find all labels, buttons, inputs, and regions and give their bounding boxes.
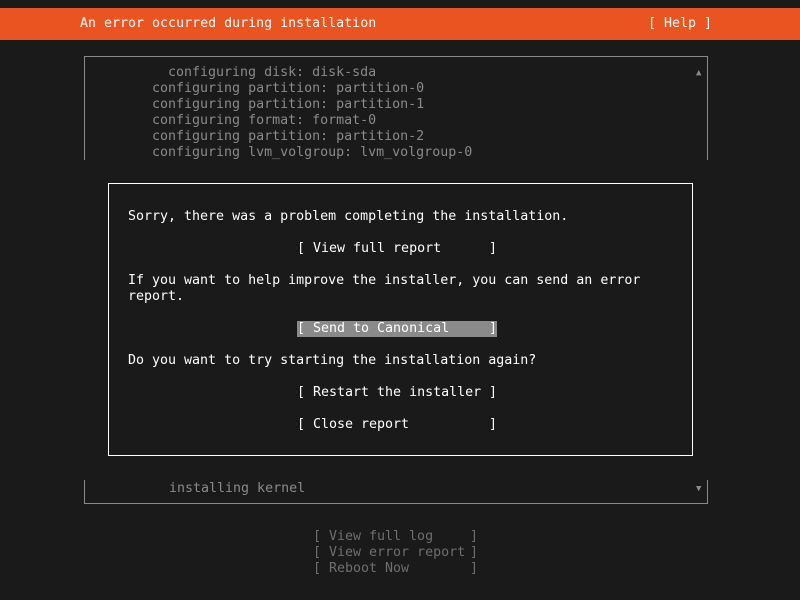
log-line: configuring format: format-0 bbox=[152, 113, 377, 128]
button-bracket-right: ] bbox=[470, 529, 479, 544]
reboot-now-button[interactable]: [ Reboot Now ] bbox=[313, 561, 481, 577]
button-label: Close report bbox=[313, 417, 410, 432]
page-title: An error occurred during installation bbox=[80, 16, 377, 31]
button-bracket-left: [ bbox=[313, 529, 322, 544]
log-line: configuring partition: partition-0 bbox=[152, 81, 425, 96]
close-report-button[interactable]: [ Close report ] bbox=[297, 417, 497, 433]
status-text: installing kernel bbox=[169, 481, 306, 496]
button-bracket-right: ] bbox=[489, 417, 498, 432]
button-bracket-right: ] bbox=[489, 321, 498, 336]
view-full-report-button[interactable]: [ View full report ] bbox=[297, 241, 497, 257]
button-bracket-left: [ bbox=[313, 561, 322, 576]
button-bracket-left: [ bbox=[297, 417, 306, 432]
button-bracket-left: [ bbox=[297, 321, 306, 336]
header-bar: An error occurred during installation [ … bbox=[0, 8, 800, 40]
button-bracket-left: [ bbox=[297, 241, 306, 256]
view-error-report-button[interactable]: [ View error report ] bbox=[313, 545, 481, 561]
scroll-down-icon[interactable]: ▼ bbox=[696, 484, 701, 494]
button-label: Send to Canonical bbox=[313, 321, 450, 336]
button-label: Restart the installer bbox=[313, 385, 482, 400]
button-bracket-right: ] bbox=[470, 561, 479, 576]
button-label: View full report bbox=[313, 241, 442, 256]
report-prompt: If you want to help improve the installe… bbox=[128, 273, 641, 304]
button-bracket-right: ] bbox=[489, 385, 498, 400]
send-to-canonical-button[interactable]: [ Send to Canonical ] bbox=[297, 321, 497, 337]
help-button[interactable]: [ Help ] bbox=[648, 16, 712, 32]
restart-installer-button[interactable]: [ Restart the installer ] bbox=[297, 385, 497, 401]
button-label: View full log bbox=[329, 529, 434, 544]
log-line: configuring lvm_volgroup: lvm_volgroup-0 bbox=[152, 145, 473, 160]
error-dialog: Sorry, there was a problem completing th… bbox=[108, 183, 693, 456]
log-line: configuring partition: partition-2 bbox=[152, 129, 425, 144]
error-message: Sorry, there was a problem completing th… bbox=[128, 209, 569, 224]
button-bracket-right: ] bbox=[489, 241, 498, 256]
scroll-up-icon[interactable]: ▲ bbox=[696, 68, 701, 78]
view-full-log-button[interactable]: [ View full log ] bbox=[313, 529, 481, 545]
button-bracket-left: [ bbox=[297, 385, 306, 400]
button-label: View error report bbox=[329, 545, 466, 560]
button-bracket-right: ] bbox=[470, 545, 479, 560]
install-status: installing kernel ▼ bbox=[84, 480, 708, 504]
restart-prompt: Do you want to try starting the installa… bbox=[128, 353, 537, 368]
log-line: configuring disk: disk-sda bbox=[168, 65, 377, 80]
install-log[interactable]: configuring disk: disk-sda configuring p… bbox=[84, 56, 708, 160]
button-label: Reboot Now bbox=[329, 561, 410, 576]
log-line: configuring partition: partition-1 bbox=[152, 97, 425, 112]
button-bracket-left: [ bbox=[313, 545, 322, 560]
